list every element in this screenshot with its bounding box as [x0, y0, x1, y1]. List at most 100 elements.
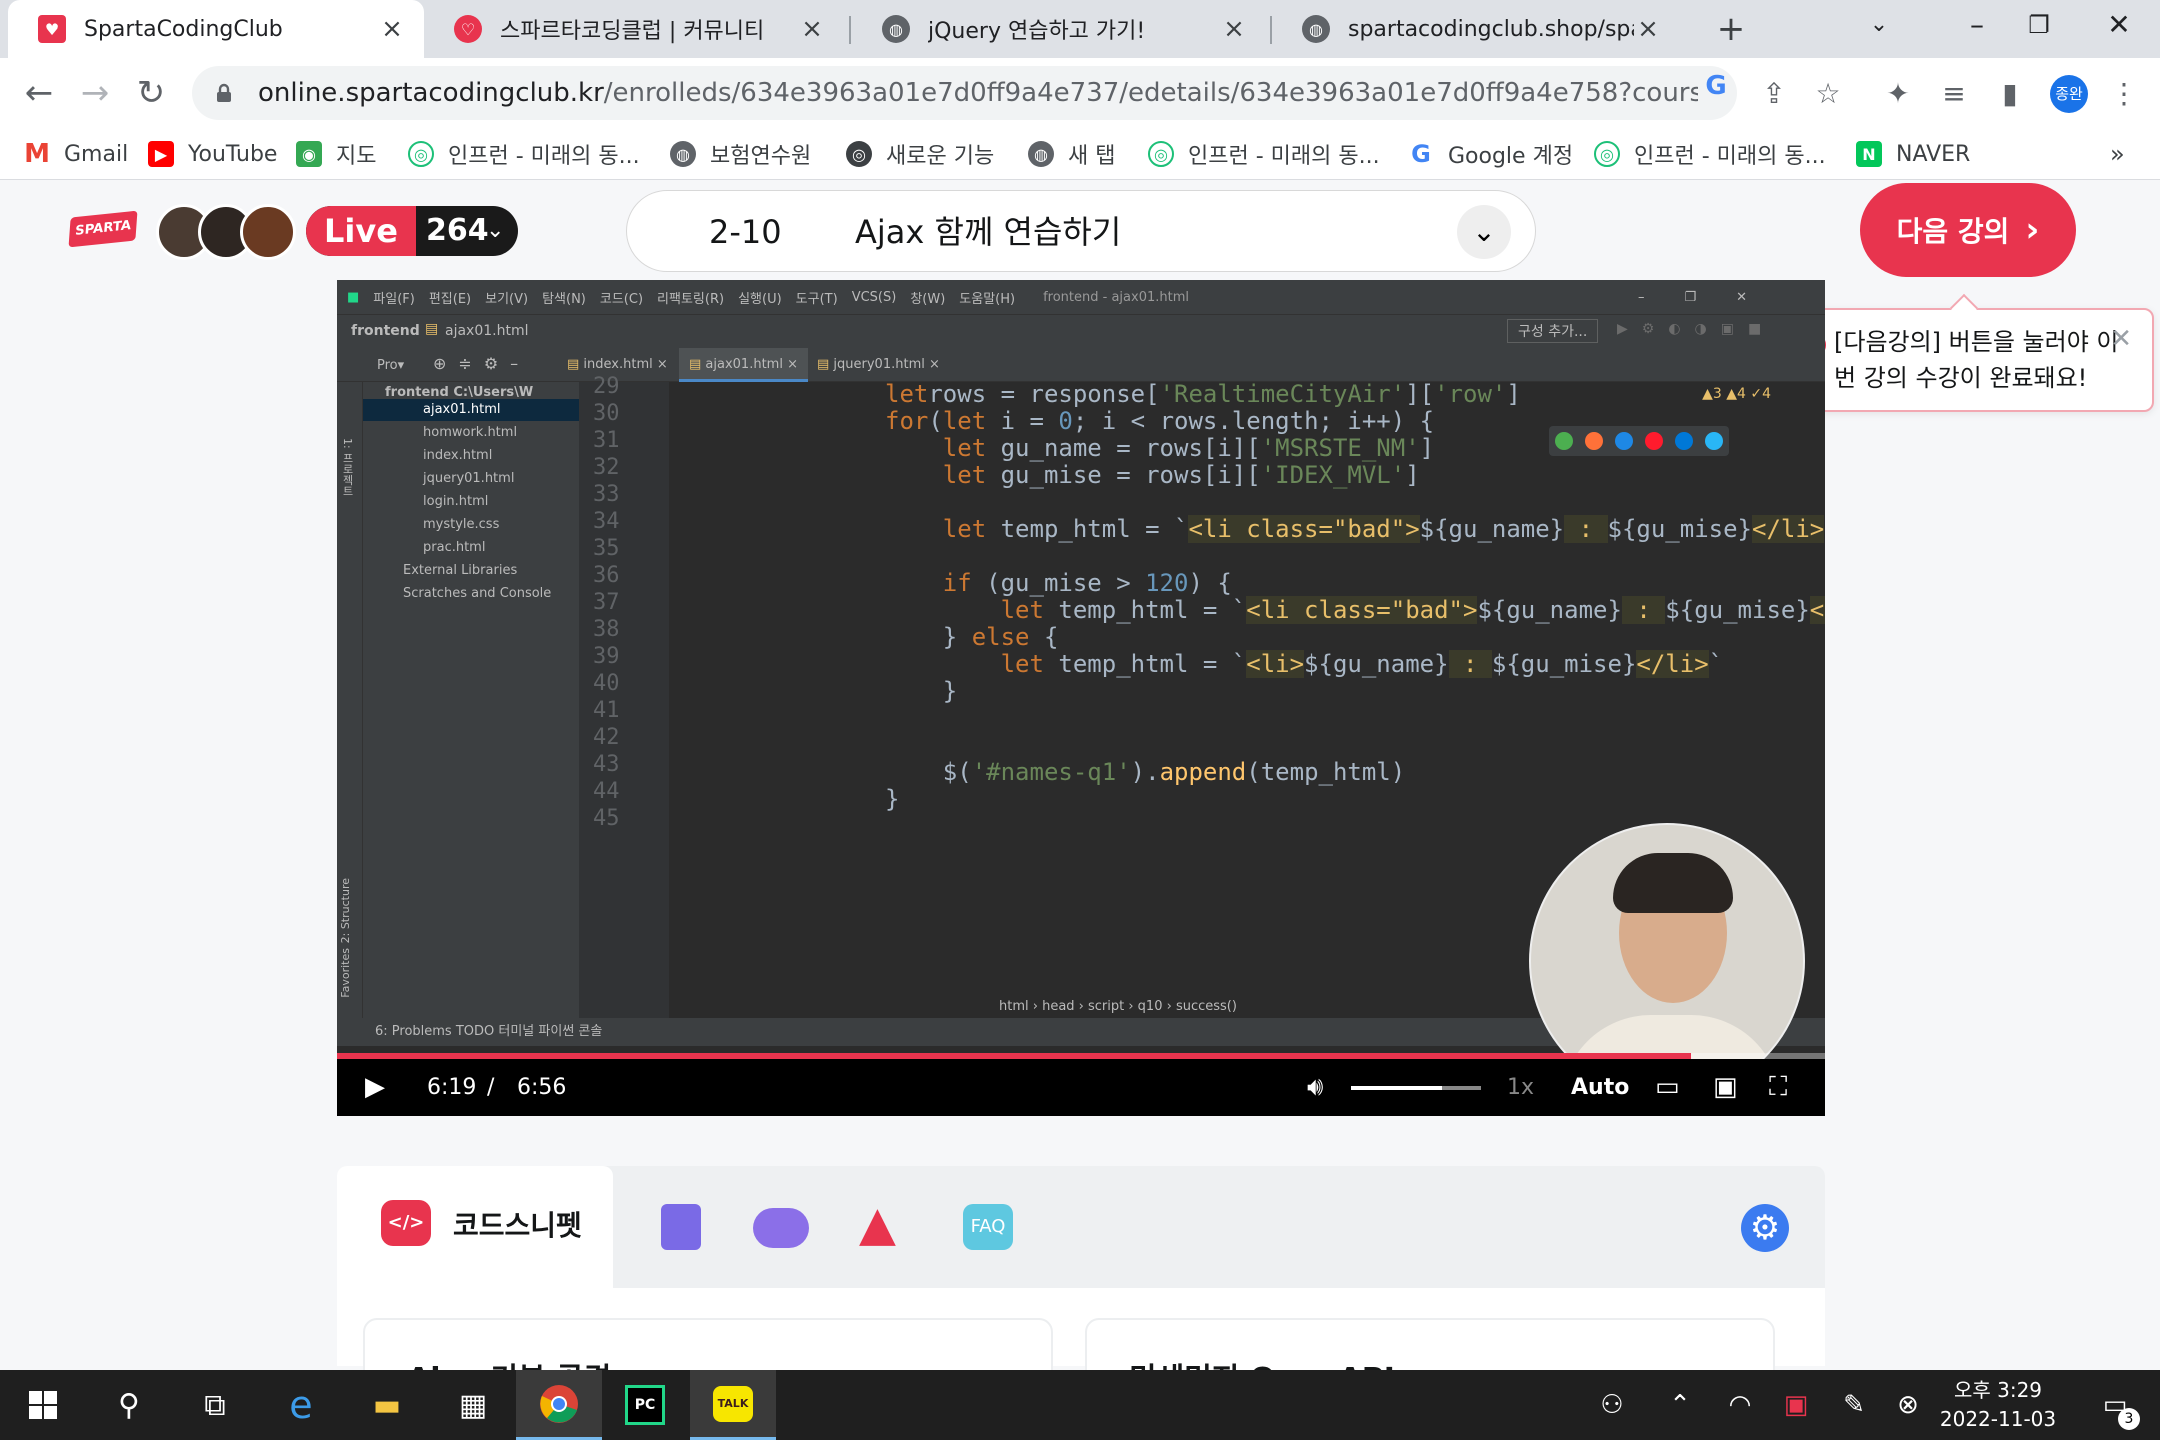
bookmark-star-icon[interactable]: ☆ [1808, 74, 1848, 114]
pen-icon[interactable]: ✎ [1834, 1370, 1874, 1440]
sparta-logo[interactable]: SPARTA [68, 210, 138, 248]
new-tab-button[interactable]: + [1710, 8, 1752, 50]
warning-icon[interactable]: ▲ [859, 1196, 896, 1252]
profile-avatar[interactable]: 종완 [2050, 75, 2088, 113]
chrome-taskbar-icon[interactable] [516, 1370, 602, 1440]
tab-close-icon[interactable]: × [1220, 14, 1248, 44]
forward-button[interactable]: → [72, 70, 118, 116]
inspection-warnings: ▲3 ▲4 ✓4 [1702, 386, 1771, 402]
bookmark-gmail[interactable]: M Gmail [24, 136, 128, 172]
pycharm-taskbar-icon[interactable]: PC [602, 1370, 688, 1440]
lecture-selector[interactable]: 2-10 Ajax 함께 연습하기 ⌄ [626, 190, 1536, 272]
pip-icon[interactable]: ▣ [1713, 1059, 1738, 1116]
bookmark-label: 인프런 - 미래의 동... [1188, 144, 1380, 169]
next-lecture-tooltip: ✓ [다음강의] 버튼을 눌러야 이번 강의 수강이 완료돼요! ✕ [1776, 293, 2154, 412]
tab-title: 스파르타코딩클럽 | 커뮤니티 [500, 19, 765, 44]
bookmark-inflearn-3[interactable]: ◎ 인프런 - 미래의 동... [1594, 136, 1826, 172]
store-icon[interactable]: ▦ [430, 1370, 516, 1440]
chrome-menu-icon[interactable]: ⋮ [2104, 74, 2144, 114]
task-view-icon[interactable]: ⧉ [172, 1370, 258, 1440]
line-number: 29 [593, 374, 620, 399]
html-file-icon: ▤ [425, 321, 439, 337]
gear-icon[interactable]: ⚙ [1741, 1204, 1789, 1252]
tab-spartacodingclub[interactable]: ♥ SpartaCodingClub × [8, 0, 424, 58]
chevron-down-icon[interactable]: ⌄ [1457, 205, 1511, 259]
address-bar[interactable]: online.spartacodingclub.kr/enrolleds/634… [192, 66, 1737, 120]
ide-nav-file: ajax01.html [445, 323, 529, 339]
bookmark-naver[interactable]: N NAVER [1856, 136, 1970, 172]
tab-jquery[interactable]: ◍ jQuery 연습하고 가기! × [852, 0, 1266, 58]
restore-button[interactable]: ❐ [2004, 0, 2074, 50]
tab-close-icon[interactable]: × [378, 14, 406, 44]
project-toolbar-icons: ⊕≑⚙– [433, 354, 531, 373]
people-icon[interactable]: ⚇ [1590, 1370, 1634, 1440]
tab-close-icon[interactable]: × [798, 14, 826, 44]
globe-icon: ◍ [882, 15, 910, 43]
url-path: /enrolleds/634e3963a01e7d0ff9a4e737/edet… [603, 78, 1698, 108]
media-queue-icon[interactable]: ≡ [1934, 74, 1974, 114]
ide-menu-item: 도구(T) [795, 291, 838, 307]
chat-bubble-icon[interactable] [753, 1208, 809, 1248]
chrome-icon: ◎ [846, 141, 872, 167]
checklist-icon[interactable] [661, 1204, 701, 1250]
volume-slider[interactable] [1351, 1086, 1481, 1090]
code-line: let gu_mise = rows[i]['IDEX_MVL'] [942, 461, 1420, 489]
faq-icon[interactable]: FAQ [963, 1204, 1013, 1250]
bookmark-youtube[interactable]: ▶ YouTube [148, 136, 277, 172]
browser-tabstrip: ♥ SpartaCodingClub × ♡ 스파르타코딩클럽 | 커뮤니티 ×… [0, 0, 2160, 58]
ide-menu-item: 도움말(H) [959, 291, 1016, 307]
duration: 6:56 [517, 1075, 567, 1100]
lock-icon [217, 83, 231, 102]
kakaotalk-taskbar-icon[interactable]: TALK [690, 1370, 776, 1440]
minimize-button[interactable]: – [1942, 0, 2012, 50]
bookmark-whats-new[interactable]: ◎ 새로운 기능 [846, 136, 994, 172]
tab-sparta-api[interactable]: ◍ spartacodingclub.shop/sparta_ap × [1272, 0, 1680, 58]
tab-search-chevron-icon[interactable]: ⌄ [1844, 0, 1914, 50]
ide-navbar: frontend ▤ ajax01.html 구성 추가... ▶⚙◐◑▣■ [337, 314, 1825, 348]
search-icon[interactable]: ⚲ [86, 1370, 172, 1440]
globe-icon: ◍ [670, 141, 696, 167]
tab-code-snippet[interactable]: </> 코드스니펫 [337, 1166, 613, 1288]
subtitles-icon[interactable]: ▭ [1655, 1059, 1680, 1116]
bookmark-google-account[interactable]: G Google 계정 [1408, 136, 1573, 172]
tab-community[interactable]: ♡ 스파르타코딩클럽 | 커뮤니티 × [424, 0, 844, 58]
side-panel-icon[interactable]: ▮ [1990, 74, 2030, 114]
extensions-puzzle-icon[interactable]: ✦ [1878, 74, 1918, 114]
show-hidden-icons-chevron-icon[interactable]: ⌃ [1660, 1370, 1700, 1440]
close-icon[interactable]: ✕ [2110, 324, 2132, 354]
notification-app-icon[interactable]: ▣ [1776, 1370, 1816, 1440]
bookmark-insurance[interactable]: ◍ 보험연수원 [670, 136, 811, 172]
quality-button[interactable]: Auto [1571, 1059, 1629, 1116]
bookmark-inflearn-1[interactable]: ◎ 인프런 - 미래의 동... [408, 136, 640, 172]
edge-icon[interactable]: e [258, 1370, 344, 1440]
project-file-selected: ajax01.html [363, 399, 579, 421]
close-circle-icon[interactable]: ⊗ [1888, 1370, 1928, 1440]
ide-menu-item: 파일(F) [373, 291, 415, 307]
bookmark-new-tab[interactable]: ◍ 새 탭 [1028, 136, 1115, 172]
back-button[interactable]: ← [16, 70, 62, 116]
windows-start-icon[interactable] [0, 1370, 86, 1440]
live-label: Live [306, 206, 416, 256]
wifi-icon[interactable]: ◠ [1720, 1370, 1760, 1440]
speed-button[interactable]: 1x [1507, 1059, 1534, 1116]
next-lecture-button[interactable]: 다음 강의 › [1860, 183, 2076, 277]
lecture-title: Ajax 함께 연습하기 [855, 213, 1122, 251]
fullscreen-icon[interactable]: ⛶ [1769, 1059, 1787, 1116]
live-viewers-pill[interactable]: Live 264 ⌄ [306, 206, 518, 256]
external-libraries: External Libraries [403, 563, 518, 578]
share-icon[interactable]: ⇪ [1754, 74, 1794, 114]
system-clock[interactable]: 오후 3:29 2022-11-03 [1928, 1376, 2068, 1434]
close-window-button[interactable]: ✕ [2084, 0, 2154, 50]
file-explorer-icon[interactable]: ▬ [344, 1370, 430, 1440]
tab-close-icon[interactable]: × [1634, 14, 1662, 44]
action-center-icon[interactable]: ▭ 3 [2090, 1370, 2140, 1440]
play-button[interactable]: ▶ [365, 1059, 385, 1116]
bookmark-inflearn-2[interactable]: ◎ 인프런 - 미래의 동... [1148, 136, 1380, 172]
reload-button[interactable]: ↻ [128, 70, 174, 116]
bookmark-maps[interactable]: ◉ 지도 [296, 136, 376, 172]
video-player[interactable]: ■ 파일(F) 편집(E) 보기(V) 탐색(N) 코드(C) 리팩토링(R) … [337, 280, 1825, 1116]
volume-icon[interactable]: 🔊︎ [1307, 1059, 1323, 1116]
google-translate-icon[interactable]: G [1698, 68, 1734, 104]
ide-menu-item: 보기(V) [485, 291, 529, 307]
bookmarks-overflow[interactable]: » [2110, 136, 2125, 172]
